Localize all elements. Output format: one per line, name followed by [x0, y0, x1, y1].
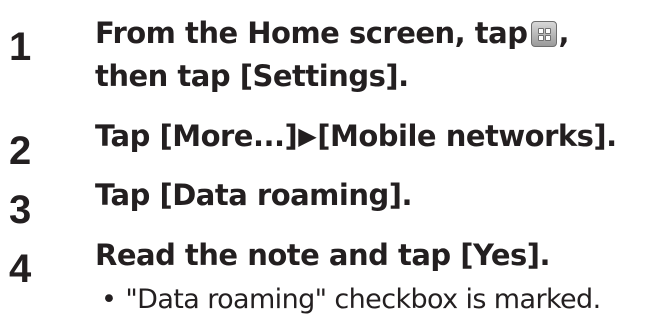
step-instruction: Tap [More...]▶[Mobile networks].: [95, 122, 617, 151]
step-instruction: From the Home screen, tap,: [95, 19, 569, 48]
step-number: 4: [9, 247, 32, 291]
app-grid-icon: [531, 21, 558, 47]
step-number: 2: [9, 129, 32, 173]
step-instruction-text: From the Home screen, tap: [95, 16, 528, 50]
right-triangle-arrow-icon: ▶: [298, 122, 317, 150]
step-instruction-continued: then tap [Settings].: [95, 59, 409, 93]
step-number: 3: [9, 188, 32, 232]
step-instruction-text: Tap [More...]: [95, 119, 298, 153]
step-instruction: Tap [Data roaming].: [95, 178, 413, 212]
note-text: "Data roaming" checkbox is marked.: [125, 284, 601, 315]
step-instruction-text: ,: [558, 16, 570, 50]
step-instruction: Read the note and tap [Yes].: [95, 238, 551, 272]
step-number: 1: [9, 25, 32, 69]
step-note: • "Data roaming" checkbox is marked.: [101, 286, 601, 313]
step-instruction-text: [Mobile networks].: [317, 119, 617, 153]
bullet-icon: •: [101, 284, 117, 315]
